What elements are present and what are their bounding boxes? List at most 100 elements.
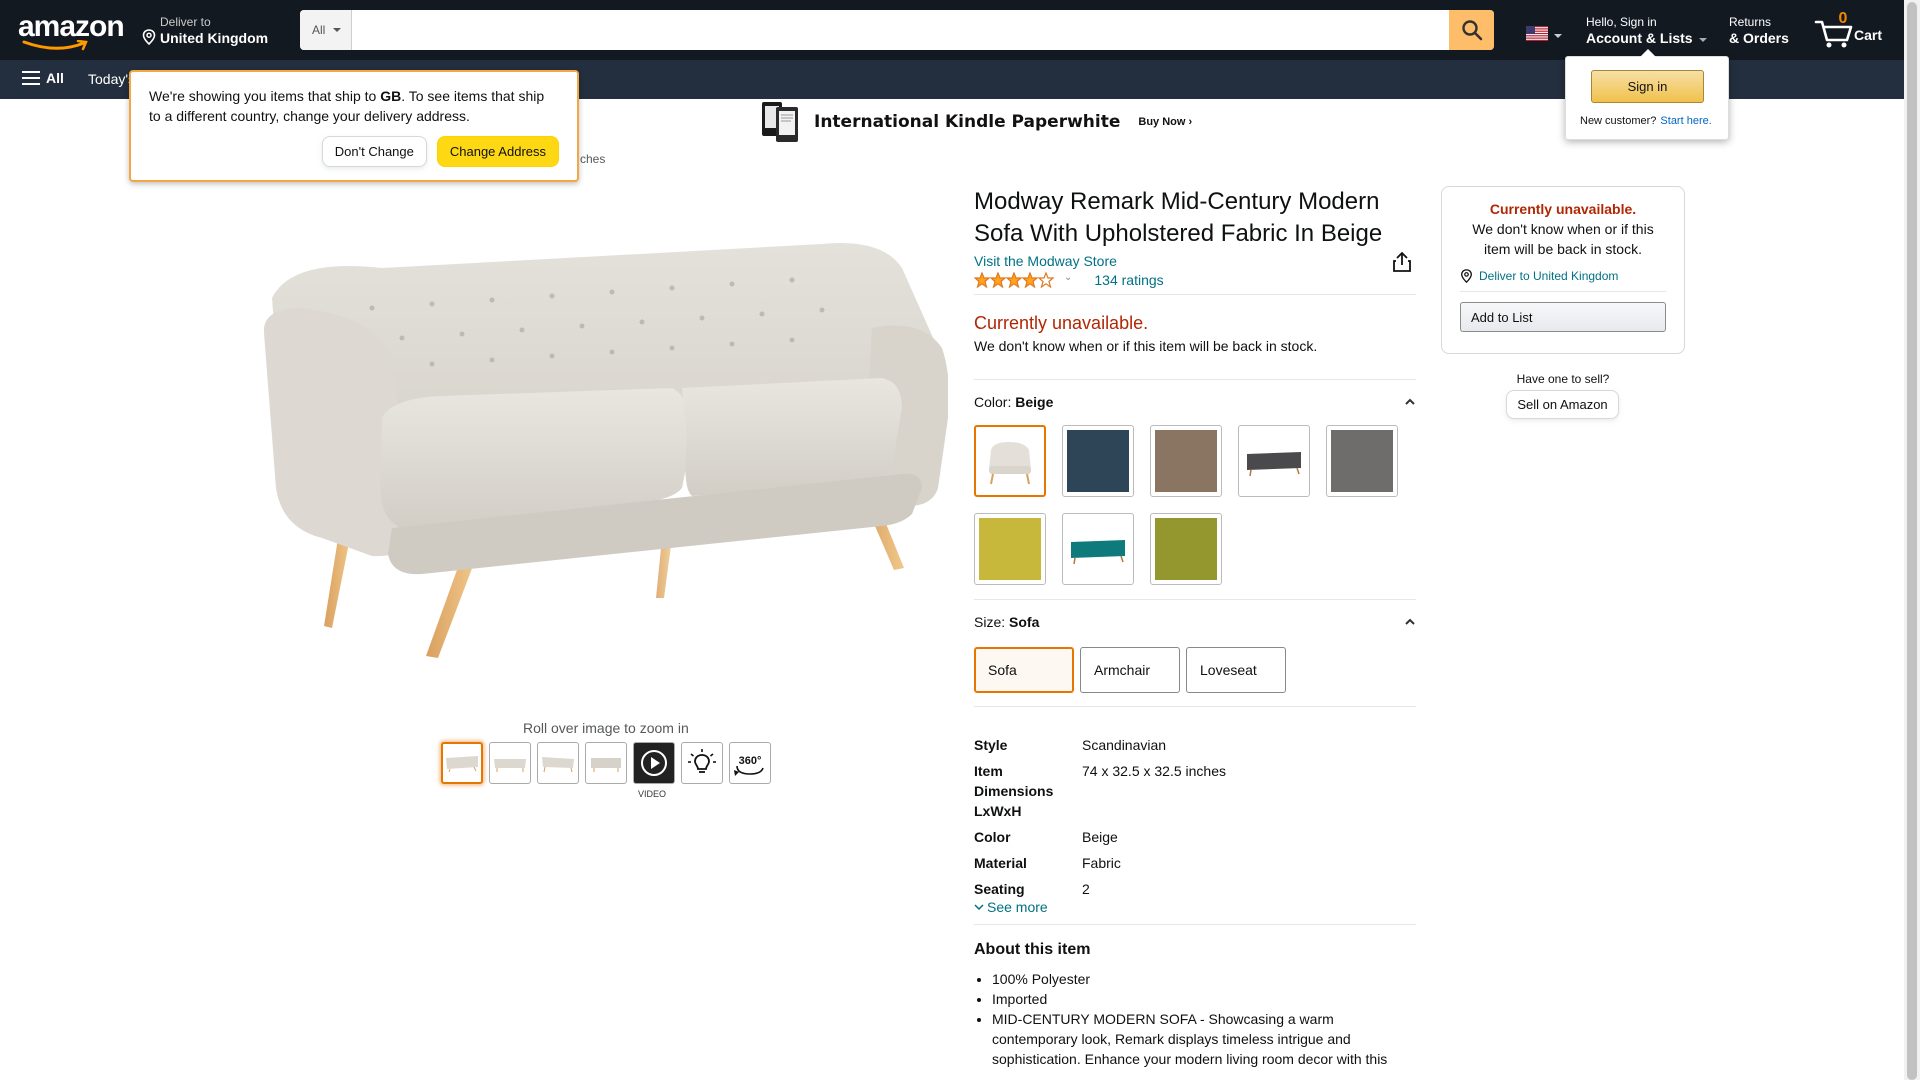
caret-down-icon <box>1698 37 1707 42</box>
swatch-gray[interactable] <box>1326 425 1398 497</box>
video-label: VIDEO <box>638 789 667 799</box>
thumbnail-3[interactable] <box>537 742 579 784</box>
spec-row: Item Dimensions LxWxH 74 x 32.5 x 32.5 in… <box>974 763 1226 819</box>
spec-row: Style Scandinavian <box>974 737 1167 753</box>
search-category-select[interactable]: All <box>300 10 352 50</box>
star-rating[interactable]: ⌄ <box>974 272 1072 288</box>
size-label: Size: Sofa <box>974 614 1040 630</box>
search-input[interactable] <box>352 10 1449 50</box>
cart-button[interactable]: 0 Cart <box>1814 10 1894 50</box>
swatch-yellow[interactable] <box>974 513 1046 585</box>
ratings-count-link[interactable]: 134 ratings <box>1094 272 1163 288</box>
thumbnail-sofa-image <box>446 756 478 773</box>
about-bullets: 100% Polyester Imported MID-CENTURY MODE… <box>992 969 1416 1069</box>
color-swatches <box>974 425 1416 585</box>
share-button[interactable] <box>1392 251 1412 276</box>
thumbnail-2[interactable] <box>489 742 531 784</box>
deliver-label: Deliver to <box>160 15 211 29</box>
address-popover-text: We're showing you items that ship to GB.… <box>149 88 545 124</box>
size-option-loveseat[interactable]: Loveseat <box>1186 647 1286 693</box>
amazon-logo[interactable]: amazon <box>18 10 125 51</box>
location-pin-icon <box>1461 269 1472 283</box>
product-main-image[interactable] <box>262 238 948 658</box>
rotate-360-icon: 360° <box>734 755 764 776</box>
dont-change-button[interactable]: Don't Change <box>321 136 427 167</box>
swatch-gray-sofa[interactable] <box>1238 425 1310 497</box>
spec-table: Style Scandinavian Item Dimensions LxWxH 7… <box>974 735 1416 899</box>
add-to-list-button[interactable]: Add to List <box>1460 302 1666 332</box>
swatch-azure[interactable] <box>1062 425 1134 497</box>
rating-row: ⌄ 134 ratings <box>974 272 1416 288</box>
stars-icon <box>974 272 1055 288</box>
have-one-to-sell: Have one to sell? <box>1516 372 1610 386</box>
share-icon <box>1393 251 1411 272</box>
buybox-deliver-link[interactable]: Deliver to United Kingdom <box>1460 269 1666 292</box>
thumbnail-360[interactable]: 360° <box>729 742 771 784</box>
logo-text: amazon <box>18 10 125 43</box>
color-section-header[interactable]: Color: Beige <box>974 394 1416 410</box>
all-menu-button[interactable]: All <box>22 70 64 86</box>
swatch-beige[interactable] <box>974 425 1046 497</box>
lightbulb-icon <box>688 749 716 773</box>
thumbnail-1[interactable] <box>441 742 483 784</box>
zoom-hint: Roll over image to zoom in <box>523 720 689 736</box>
spec-row: Material Fabric <box>974 855 1121 871</box>
see-more-link[interactable]: See more <box>974 899 1416 915</box>
deliver-to[interactable]: Deliver to United Kingdom <box>140 15 268 47</box>
kindle-device-icon <box>762 102 798 142</box>
todays-deals-link[interactable]: Today's <box>88 71 135 87</box>
chevron-up-icon <box>1405 398 1415 405</box>
scrollbar-thumb[interactable] <box>1907 2 1917 1080</box>
size-option-armchair[interactable]: Armchair <box>1080 647 1180 693</box>
sofa-teal-image <box>1067 518 1129 580</box>
language-selector[interactable] <box>1526 26 1562 41</box>
about-bullet: MID-CENTURY MODERN SOFA - Showcasing a w… <box>992 1009 1416 1069</box>
thumbnail-strip: 360° <box>441 742 771 784</box>
start-here-link[interactable]: Start here. <box>1660 115 1711 127</box>
thumbnail-idea[interactable] <box>681 742 723 784</box>
kindle-banner[interactable]: International Kindle Paperwhite Buy Now … <box>760 102 1192 142</box>
hamburger-icon <box>22 71 40 85</box>
product-title: Modway Remark Mid-Century Modern Sofa Wi… <box>974 188 1383 247</box>
store-link[interactable]: Visit the Modway Store <box>974 253 1416 269</box>
spec-row: Color Beige <box>974 829 1118 845</box>
swatch-coffee[interactable] <box>1150 425 1222 497</box>
banner-title: International Kindle Paperwhite <box>814 112 1121 132</box>
account-label: Account & Lists <box>1586 30 1693 46</box>
size-option-sofa[interactable]: Sofa <box>974 647 1074 693</box>
size-section-header[interactable]: Size: Sofa <box>974 614 1416 630</box>
size-value: Sofa <box>1009 614 1040 630</box>
address-popover: We're showing you items that ship to GB.… <box>129 70 579 182</box>
page-scrollbar[interactable] <box>1904 0 1920 1080</box>
us-flag-icon <box>1526 26 1548 41</box>
all-label: All <box>46 70 64 86</box>
cart-count: 0 <box>1838 10 1848 27</box>
chevron-down-icon <box>974 904 984 911</box>
search-button[interactable] <box>1449 10 1494 50</box>
product-info: Modway Remark Mid-Century Modern Sofa Wi… <box>974 186 1416 1069</box>
returns-orders[interactable]: Returns & Orders <box>1729 15 1789 47</box>
about-bullet: 100% Polyester <box>992 969 1416 989</box>
size-options: Sofa Armchair Loveseat <box>974 647 1416 693</box>
change-address-button[interactable]: Change Address <box>436 136 559 167</box>
thumbnail-sofa-image <box>494 759 526 772</box>
sofa-gray-image <box>1243 430 1305 492</box>
caret-down-icon <box>333 28 342 32</box>
banner-buy-now[interactable]: Buy Now › <box>1138 116 1192 128</box>
caret-down-icon <box>1554 33 1562 38</box>
account-lists[interactable]: Hello, Sign in Account & Lists <box>1586 15 1707 47</box>
sell-on-amazon-button[interactable]: Sell on Amazon <box>1506 390 1619 419</box>
swatch-teal-sofa[interactable] <box>1062 513 1134 585</box>
account-greeting: Hello, Sign in <box>1586 15 1657 29</box>
returns-label: Returns <box>1729 15 1772 29</box>
swatch-green[interactable] <box>1150 513 1222 585</box>
svg-text:360°: 360° <box>739 755 762 767</box>
armchair-beige-image <box>979 430 1041 492</box>
thumbnail-video[interactable] <box>633 742 675 784</box>
thumbnail-4[interactable] <box>585 742 627 784</box>
signin-button[interactable]: Sign in <box>1591 70 1704 103</box>
availability-status: Currently unavailable. <box>974 313 1149 333</box>
about-bullet: Imported <box>992 989 1416 1009</box>
buybox-unavailable: Currently unavailable. <box>1489 201 1637 217</box>
chevron-down-icon: ⌄ <box>1064 272 1073 283</box>
